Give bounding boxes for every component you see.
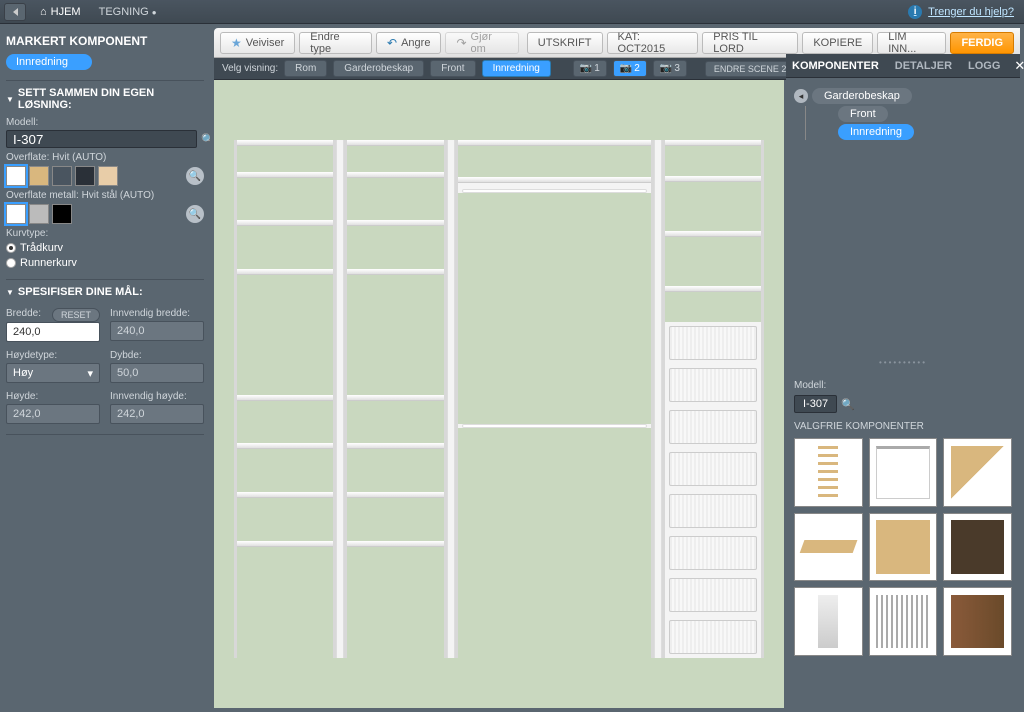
comp-shelf-board[interactable]	[794, 513, 863, 582]
kat-button[interactable]: KAT: OCT2015	[607, 32, 699, 54]
comp-ladder[interactable]	[794, 438, 863, 507]
tree-collapse-icon[interactable]: ◂	[794, 89, 808, 103]
view-front[interactable]: Front	[430, 60, 475, 77]
reset-button[interactable]: RESET	[52, 308, 100, 322]
panel-resize-handle[interactable]	[786, 358, 1020, 366]
tree-root[interactable]: Garderobeskap	[812, 88, 912, 104]
comp-hanging-rail[interactable]	[869, 438, 938, 507]
center-area: ★Veiviser Endre type ↶Angre ↷Gjør om UTS…	[210, 24, 1024, 712]
camera-icon: 📷	[660, 63, 672, 74]
metal-label: Overflate metall: Hvit stål (AUTO)	[6, 190, 204, 201]
swatch-oak[interactable]	[29, 166, 49, 186]
dybde-input	[110, 363, 204, 383]
swatch-dark[interactable]	[75, 166, 95, 186]
surface-zoom-icon[interactable]: 🔍	[186, 167, 204, 185]
comp-tie-rack[interactable]	[943, 587, 1012, 656]
metal-zoom-icon[interactable]: 🔍	[186, 205, 204, 223]
right-panel: KOMPONENTER DETALJER LOGG ✕ ◂ Garderobes…	[786, 54, 1020, 708]
camera-2[interactable]: 📷2	[613, 60, 647, 77]
redo-icon: ↷	[456, 36, 466, 50]
metal-swatch-steel[interactable]	[29, 204, 49, 224]
wizard-icon: ★	[231, 36, 242, 50]
home-button[interactable]: ⌂ HJEM	[32, 6, 89, 18]
radio-icon	[6, 258, 16, 268]
tab-detaljer[interactable]: DETALJER	[893, 60, 954, 72]
marked-component-pill[interactable]: Innredning	[6, 54, 92, 70]
camera-icon: 📷	[580, 63, 592, 74]
left-panel: MARKERT KOMPONENT Innredning SETT SAMMEN…	[0, 24, 210, 712]
canvas-3d-view[interactable]	[214, 80, 784, 708]
comp-mirror[interactable]	[794, 587, 863, 656]
metal-swatch-black[interactable]	[52, 204, 72, 224]
camera-3[interactable]: 📷3	[653, 60, 687, 77]
innv-bredde-input	[110, 321, 204, 341]
help-link[interactable]: i Trenger du hjelp?	[908, 5, 1020, 19]
lim-inn-button[interactable]: LIM INN...	[877, 32, 946, 54]
comp-model-value[interactable]: I-307	[794, 395, 837, 413]
camera-icon: 📷	[620, 63, 632, 74]
tree-innredning[interactable]: Innredning	[838, 124, 914, 140]
utskrift-button[interactable]: UTSKRIFT	[527, 32, 603, 54]
tab-logg[interactable]: LOGG	[966, 60, 1002, 72]
swatch-grey[interactable]	[52, 166, 72, 186]
metal-swatch-white[interactable]	[6, 204, 26, 224]
right-tabs: KOMPONENTER DETALJER LOGG ✕	[786, 54, 1020, 78]
comp-panel[interactable]	[869, 513, 938, 582]
topbar: ⌂ HJEM TEGNING ● i Trenger du hjelp?	[0, 0, 1024, 24]
gjor-om-button[interactable]: ↷Gjør om	[445, 32, 518, 54]
tab-komponenter[interactable]: KOMPONENTER	[790, 60, 881, 72]
home-icon: ⌂	[40, 6, 47, 18]
valgfrie-title: VALGFRIE KOMPONENTER	[794, 421, 1012, 432]
hoydetype-select[interactable]: Høy▾	[6, 363, 100, 383]
search-icon[interactable]: 🔍	[841, 398, 855, 411]
model-label: Modell:	[6, 117, 204, 128]
veiviser-button[interactable]: ★Veiviser	[220, 32, 295, 54]
comp-corner-unit[interactable]	[943, 438, 1012, 507]
view-garderobe[interactable]: Garderobeskap	[333, 60, 424, 77]
comp-wardrobe-dark[interactable]	[943, 513, 1012, 582]
swatch-birch[interactable]	[98, 166, 118, 186]
view-innredning[interactable]: Innredning	[482, 60, 551, 77]
marked-component-title: MARKERT KOMPONENT	[6, 34, 204, 48]
section-measures-title[interactable]: SPESIFISER DINE MÅL:	[6, 286, 204, 298]
hoyde-input	[6, 404, 100, 424]
bredde-input[interactable]	[6, 322, 100, 342]
arrow-left-icon	[13, 8, 18, 16]
innv-hoyde-input	[110, 404, 204, 424]
radio-runnerkurv[interactable]: Runnerkurv	[6, 257, 204, 269]
kurvtype-label: Kurvtype:	[6, 228, 204, 239]
undo-icon: ↶	[387, 36, 397, 50]
surface-label: Overflate: Hvit (AUTO)	[6, 152, 204, 163]
back-button[interactable]	[4, 3, 26, 21]
home-label: HJEM	[51, 6, 81, 18]
pris-button[interactable]: PRIS TIL LORD	[702, 32, 798, 54]
swatch-white[interactable]	[6, 166, 26, 186]
kopiere-button[interactable]: KOPIERE	[802, 32, 873, 54]
tree-front[interactable]: Front	[838, 106, 888, 122]
camera-1[interactable]: 📷1	[573, 60, 607, 77]
chevron-down-icon: ▾	[87, 367, 93, 380]
view-rom[interactable]: Rom	[284, 60, 327, 77]
component-tree: ◂ Garderobeskap Front Innredning	[786, 78, 1020, 150]
ferdig-button[interactable]: FERDIG	[950, 32, 1014, 54]
endre-scene-button[interactable]: ENDRE SCENE 2	[705, 61, 796, 77]
model-input[interactable]	[6, 130, 197, 148]
radio-icon	[6, 243, 16, 253]
info-icon: i	[908, 5, 922, 19]
wardrobe-render	[234, 140, 764, 658]
comp-pullout-rack[interactable]	[869, 587, 938, 656]
close-panel-icon[interactable]: ✕	[1014, 58, 1024, 74]
angre-button[interactable]: ↶Angre	[376, 32, 441, 54]
tab-tegning[interactable]: TEGNING ●	[89, 6, 167, 18]
radio-tradkurv[interactable]: Trådkurv	[6, 242, 204, 254]
section-assemble-title[interactable]: SETT SAMMEN DIN EGEN LØSNING:	[6, 87, 204, 111]
model-search-icon[interactable]: 🔍	[201, 133, 210, 146]
endre-type-button[interactable]: Endre type	[299, 32, 372, 54]
component-grid	[794, 438, 1012, 656]
